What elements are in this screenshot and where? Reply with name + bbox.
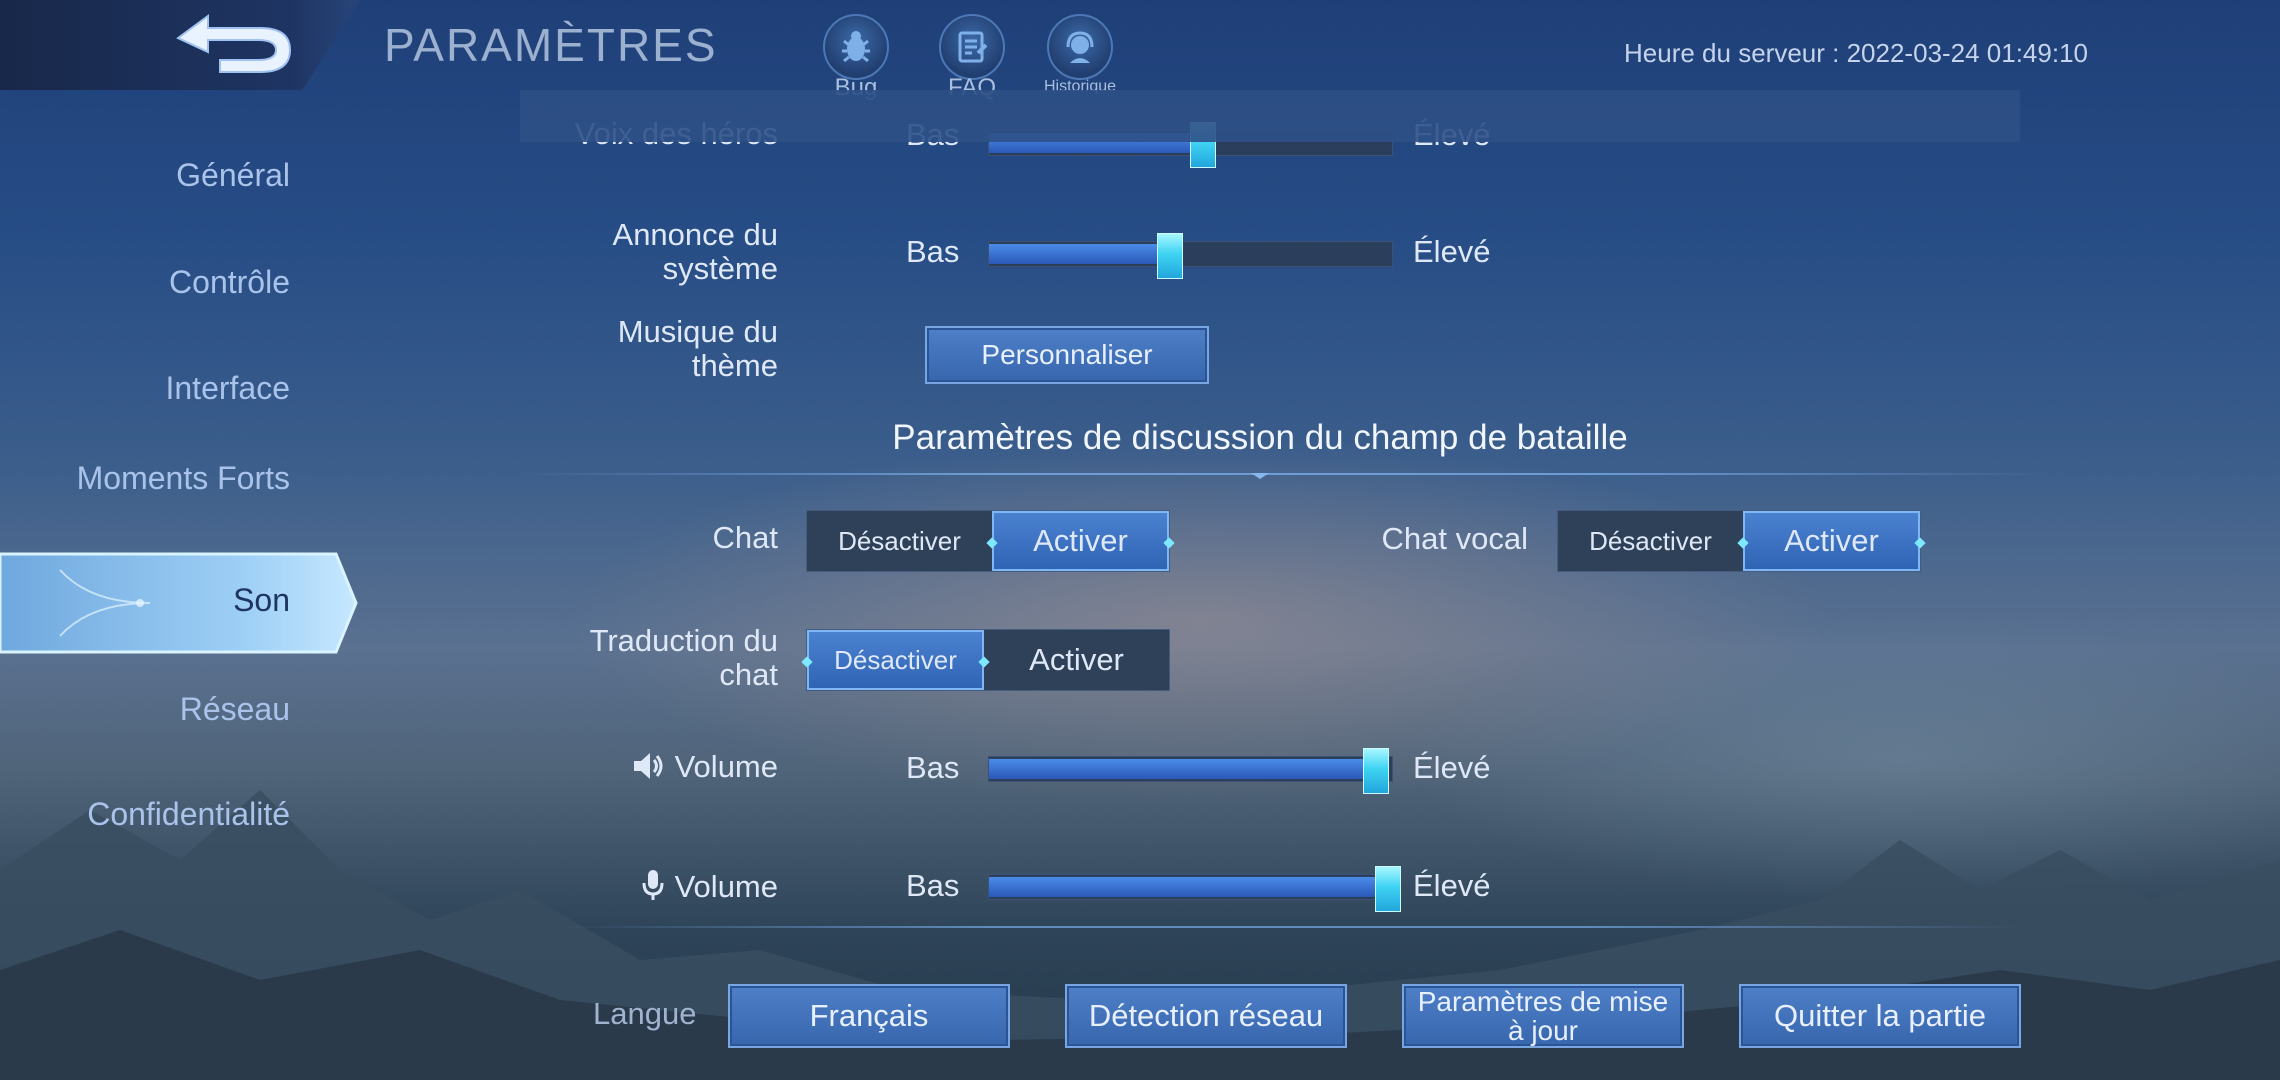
- voice-chat-off-option[interactable]: Désactiver: [1558, 511, 1743, 571]
- back-arrow-icon: [176, 14, 292, 73]
- headset-agent-icon: [1066, 31, 1094, 63]
- chat-translation-off-option[interactable]: Désactiver: [807, 630, 985, 690]
- theme-music-label: Musique du thème: [617, 314, 778, 383]
- sidebar-item-highlights[interactable]: Moments Forts: [70, 461, 290, 495]
- system-announce-label: Annonce du système: [612, 217, 778, 286]
- language-button[interactable]: Français: [728, 984, 1010, 1048]
- active-tab-highlight: [0, 552, 358, 654]
- sidebar-item-control[interactable]: Contrôle: [169, 265, 290, 299]
- faq-document-icon: [958, 31, 988, 63]
- chat-translation-toggle: Désactiver Activer: [806, 629, 1170, 691]
- speaker-volume-high-label: Élevé: [1413, 750, 1491, 785]
- voice-chat-toggle: Désactiver Activer: [1557, 510, 1921, 572]
- page-title: PARAMÈTRES: [384, 19, 718, 71]
- sidebar-item-interface[interactable]: Interface: [165, 371, 290, 405]
- speaker-volume-label: Volume: [674, 749, 778, 784]
- chat-toggle: Désactiver Activer: [806, 510, 1170, 572]
- sidebar-item-general[interactable]: Général: [176, 158, 290, 192]
- mic-volume-row-label: Volume: [640, 868, 778, 904]
- divider-diamond-icon: [1251, 473, 1269, 479]
- bug-icon: [842, 31, 870, 63]
- customize-button[interactable]: Personnaliser: [925, 326, 1209, 384]
- server-time: Heure du serveur : 2022-03-24 01:49:10: [1624, 38, 2088, 68]
- microphone-icon: [642, 870, 664, 900]
- history-button[interactable]: Historique: [1040, 14, 1120, 96]
- network-detection-button[interactable]: Détection réseau: [1065, 984, 1347, 1048]
- update-settings-button[interactable]: Paramètres de mise à jour: [1402, 984, 1684, 1048]
- battle-chat-section-title: Paramètres de discussion du champ de bat…: [892, 418, 1628, 457]
- mic-volume-slider[interactable]: [988, 866, 1401, 912]
- speaker-volume-slider-thumb[interactable]: [1362, 748, 1389, 794]
- speaker-volume-row-label: Volume: [632, 750, 778, 784]
- back-button[interactable]: [160, 8, 300, 80]
- speaker-icon: [633, 753, 663, 779]
- sidebar-item-network[interactable]: Réseau: [180, 692, 290, 726]
- voice-chat-on-option[interactable]: Activer: [1742, 511, 1920, 571]
- speaker-volume-low-label: Bas: [906, 750, 960, 785]
- scroll-clip-overlay: [520, 90, 2020, 142]
- voice-chat-label: Chat vocal: [1381, 521, 1528, 556]
- system-announce-high-label: Élevé: [1413, 234, 1491, 269]
- footer-divider: [560, 926, 2020, 928]
- chat-on-option[interactable]: Activer: [991, 511, 1169, 571]
- quit-game-button[interactable]: Quitter la partie: [1739, 984, 2021, 1048]
- system-announce-slider-thumb[interactable]: [1157, 233, 1184, 279]
- system-announce-slider[interactable]: [988, 233, 1393, 279]
- sidebar-item-sound-label: Son: [233, 582, 290, 618]
- sidebar-item-privacy[interactable]: Confidentialité: [87, 797, 290, 831]
- chat-translation-on-option[interactable]: Activer: [984, 630, 1169, 690]
- sidebar-item-sound[interactable]: Son: [0, 550, 360, 656]
- chat-translation-label: Traduction du chat: [589, 623, 778, 692]
- chat-off-option[interactable]: Désactiver: [807, 511, 992, 571]
- system-announce-slider-fill: [989, 244, 1171, 264]
- bug-report-button[interactable]: Bug: [816, 14, 896, 102]
- mic-volume-high-label: Élevé: [1413, 868, 1491, 903]
- speaker-volume-slider-fill: [989, 759, 1376, 779]
- faq-button[interactable]: FAQ: [932, 14, 1012, 102]
- mic-volume-slider-fill: [989, 877, 1388, 897]
- speaker-volume-slider[interactable]: [988, 748, 1393, 794]
- mic-volume-label: Volume: [674, 869, 778, 904]
- mic-volume-low-label: Bas: [906, 868, 960, 903]
- language-label: Langue: [593, 996, 697, 1031]
- system-announce-low-label: Bas: [906, 234, 960, 269]
- chat-label: Chat: [712, 520, 778, 555]
- mic-volume-slider-thumb[interactable]: [1374, 866, 1401, 912]
- section-divider: [520, 473, 2050, 475]
